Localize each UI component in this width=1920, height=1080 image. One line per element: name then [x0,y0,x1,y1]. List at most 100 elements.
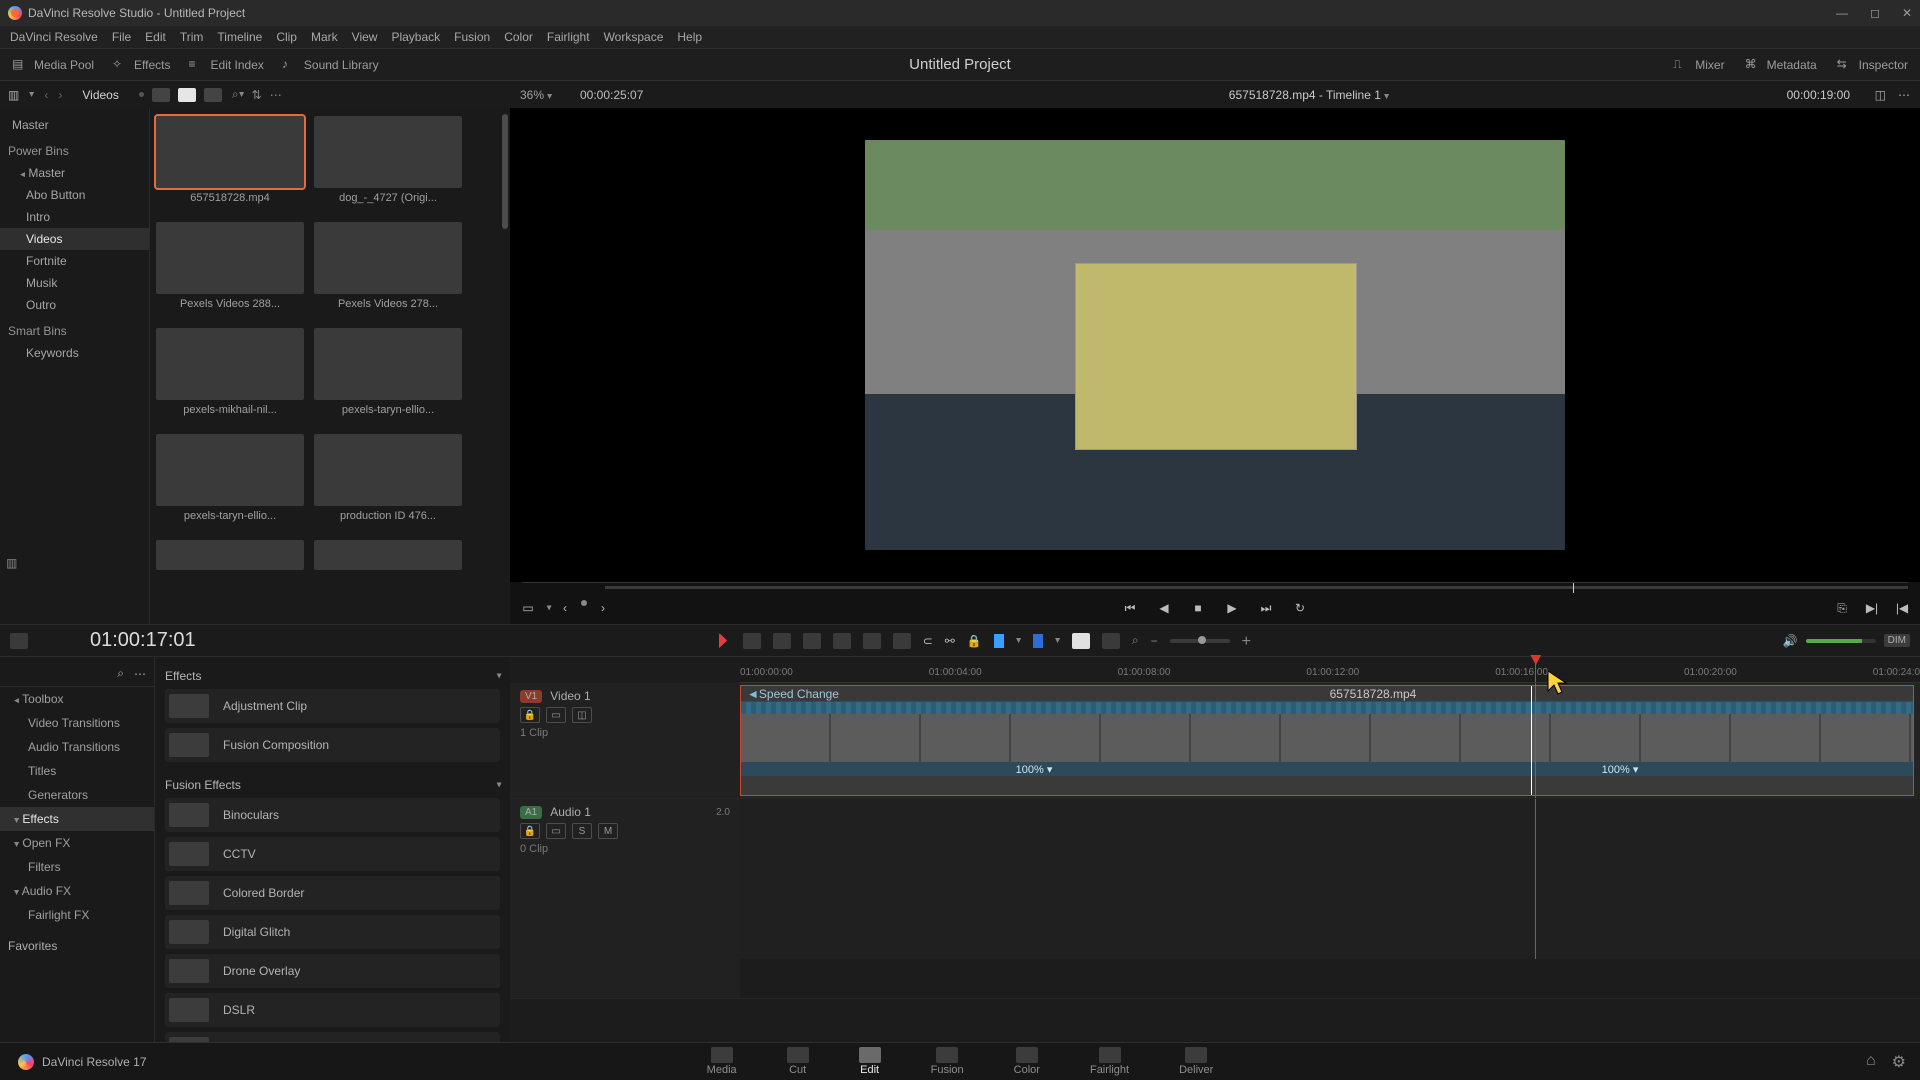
zoom-out-icon[interactable]: − [1151,634,1158,648]
tree-item-videos[interactable]: Videos [0,228,149,250]
page-deliver[interactable]: Deliver [1179,1047,1213,1076]
fxtree-filters[interactable]: Filters [0,855,154,879]
video-track-header[interactable]: V1Video 1 🔒▭◫ 1 Clip [510,683,740,798]
fx-collapse-icon[interactable]: ▸ [490,673,504,678]
v1-enable-icon[interactable]: ◫ [572,707,592,723]
fxtree-video-transitions[interactable]: Video Transitions [0,711,154,735]
left-panel-collapse-icon[interactable]: ▥ [6,556,17,570]
page-fusion[interactable]: Fusion [931,1047,964,1076]
thumbnail-view-button[interactable] [178,88,196,102]
menu-playback[interactable]: Playback [391,30,440,44]
media-pool-toggle[interactable]: ▤Media Pool [12,57,94,73]
zoom-level[interactable]: 36% ▸ [520,88,552,102]
tree-item-intro[interactable]: Intro [0,206,149,228]
effect-item[interactable]: DSLR [165,993,500,1027]
menu-trim[interactable]: Trim [180,30,204,44]
menu-davinci[interactable]: DaVinci Resolve [10,30,98,44]
match-frame-dot-icon[interactable] [581,600,587,606]
menu-fairlight[interactable]: Fairlight [547,30,590,44]
nav-fwd-icon[interactable]: › [58,88,62,102]
timeline-view-options-icon[interactable] [10,633,28,649]
retime-curve-icon[interactable] [1072,633,1090,649]
insert-clip-icon[interactable] [833,633,851,649]
metadata-view-button[interactable] [152,88,170,102]
page-media[interactable]: Media [707,1047,737,1076]
tree-item-keywords[interactable]: Keywords [0,342,149,364]
fx-collapse2-icon[interactable]: ▸ [490,782,504,787]
fxtree-toolbox[interactable]: ▸ Toolbox [0,687,154,711]
viewer-mode-icon[interactable]: ▭ [520,600,536,616]
menu-timeline[interactable]: Timeline [217,30,262,44]
close-button[interactable]: ✕ [1902,6,1912,20]
viewer-title[interactable]: 657518728.mp4 - Timeline 1 ▸ [1229,88,1389,102]
fx-search-icon[interactable]: ⌕ [117,666,124,681]
menu-color[interactable]: Color [504,30,533,44]
clip-thumb[interactable] [314,540,462,570]
stop-button[interactable]: ■ [1190,600,1206,616]
clip-thumb[interactable]: Pexels Videos 288... [156,222,304,310]
mark-out-icon[interactable]: |◀ [1894,600,1910,616]
a1-lock-icon[interactable]: 🔒 [520,823,540,839]
replace-clip-icon[interactable] [893,633,911,649]
fx-more-icon[interactable]: ⋯ [134,667,146,681]
clip-thumb[interactable]: dog_-_4727 (Origi... [314,116,462,204]
tree-master[interactable]: Master [0,114,149,136]
audio-track-body[interactable] [740,799,1920,959]
effect-item[interactable]: Colored Border [165,876,500,910]
project-settings-icon[interactable]: ⚙ [1892,1052,1906,1072]
clip-thumb[interactable]: 657518728.mp4 [156,116,304,204]
page-color[interactable]: Color [1014,1047,1040,1076]
a1-tag[interactable]: A1 [520,806,542,819]
lock-icon[interactable]: 🔒 [967,634,982,648]
tree-item-fortnite[interactable]: Fortnite [0,250,149,272]
viewer-more-icon[interactable]: ⋯ [1898,88,1910,102]
fxtree-effects[interactable]: ▸ Effects [0,807,154,831]
page-fairlight[interactable]: Fairlight [1090,1047,1129,1076]
menu-mark[interactable]: Mark [311,30,338,44]
browser-scrollbar[interactable] [502,114,508,229]
effect-item[interactable]: Adjustment Clip [165,689,500,723]
zoom-search-icon[interactable]: ⌕ [1132,633,1139,648]
menu-workspace[interactable]: Workspace [604,30,664,44]
page-edit[interactable]: Edit [859,1047,881,1076]
tree-item-outro[interactable]: Outro [0,294,149,316]
a1-solo-button[interactable]: S [572,823,592,839]
fxtree-audio-transitions[interactable]: Audio Transitions [0,735,154,759]
video-track-body[interactable]: ◄ Speed Change657518728.mp4 100% ▾100% ▾ [740,683,1920,798]
selection-tool-icon[interactable] [719,633,731,649]
tree-item-musik[interactable]: Musik [0,272,149,294]
flag-icon[interactable] [994,634,1004,648]
nav-back-icon[interactable]: ‹ [44,88,48,102]
blade-tool-icon[interactable] [803,633,821,649]
first-frame-button[interactable]: ⏮ [1122,600,1138,616]
dual-viewer-icon[interactable]: ◫ [1875,88,1886,102]
search-chevron-icon[interactable]: ▸ [236,92,247,97]
effect-item[interactable]: CCTV [165,837,500,871]
menu-edit[interactable]: Edit [145,30,166,44]
clip-thumb[interactable]: Pexels Videos 278... [314,222,462,310]
sort-icon[interactable]: ⇅ [252,88,262,102]
volume-slider[interactable] [1806,639,1876,643]
a1-mute-button[interactable]: M [598,823,618,839]
dim-button[interactable]: DIM [1884,634,1910,647]
play-button[interactable]: ▶ [1224,600,1240,616]
zoom-to-fit-icon[interactable] [1102,633,1120,649]
effect-item[interactable]: Drone Overlay [165,954,500,988]
mixer-toggle[interactable]: ⎍Mixer [1673,57,1724,73]
scrub-bar[interactable] [522,582,1908,592]
maximize-button[interactable]: ◻ [1870,6,1880,20]
inspector-toggle[interactable]: ⇆Inspector [1837,57,1908,73]
match-frame-prev-icon[interactable]: ‹ [557,600,573,616]
tree-pb-master[interactable]: ▸ Master [0,162,149,184]
list-view-button[interactable] [204,88,222,102]
zoom-slider[interactable] [1170,639,1230,643]
menu-view[interactable]: View [352,30,378,44]
effect-item[interactable]: Digital Glitch [165,915,500,949]
viewer-canvas[interactable] [510,108,1920,582]
menu-fusion[interactable]: Fusion [454,30,490,44]
menu-clip[interactable]: Clip [276,30,297,44]
v1-auto-select-icon[interactable]: ▭ [546,707,566,723]
video-clip[interactable]: ◄ Speed Change657518728.mp4 100% ▾100% ▾ [740,685,1914,796]
fxtree-audiofx[interactable]: ▸ Audio FX [0,879,154,903]
timeline-timecode[interactable]: 01:00:17:01 [90,629,196,652]
